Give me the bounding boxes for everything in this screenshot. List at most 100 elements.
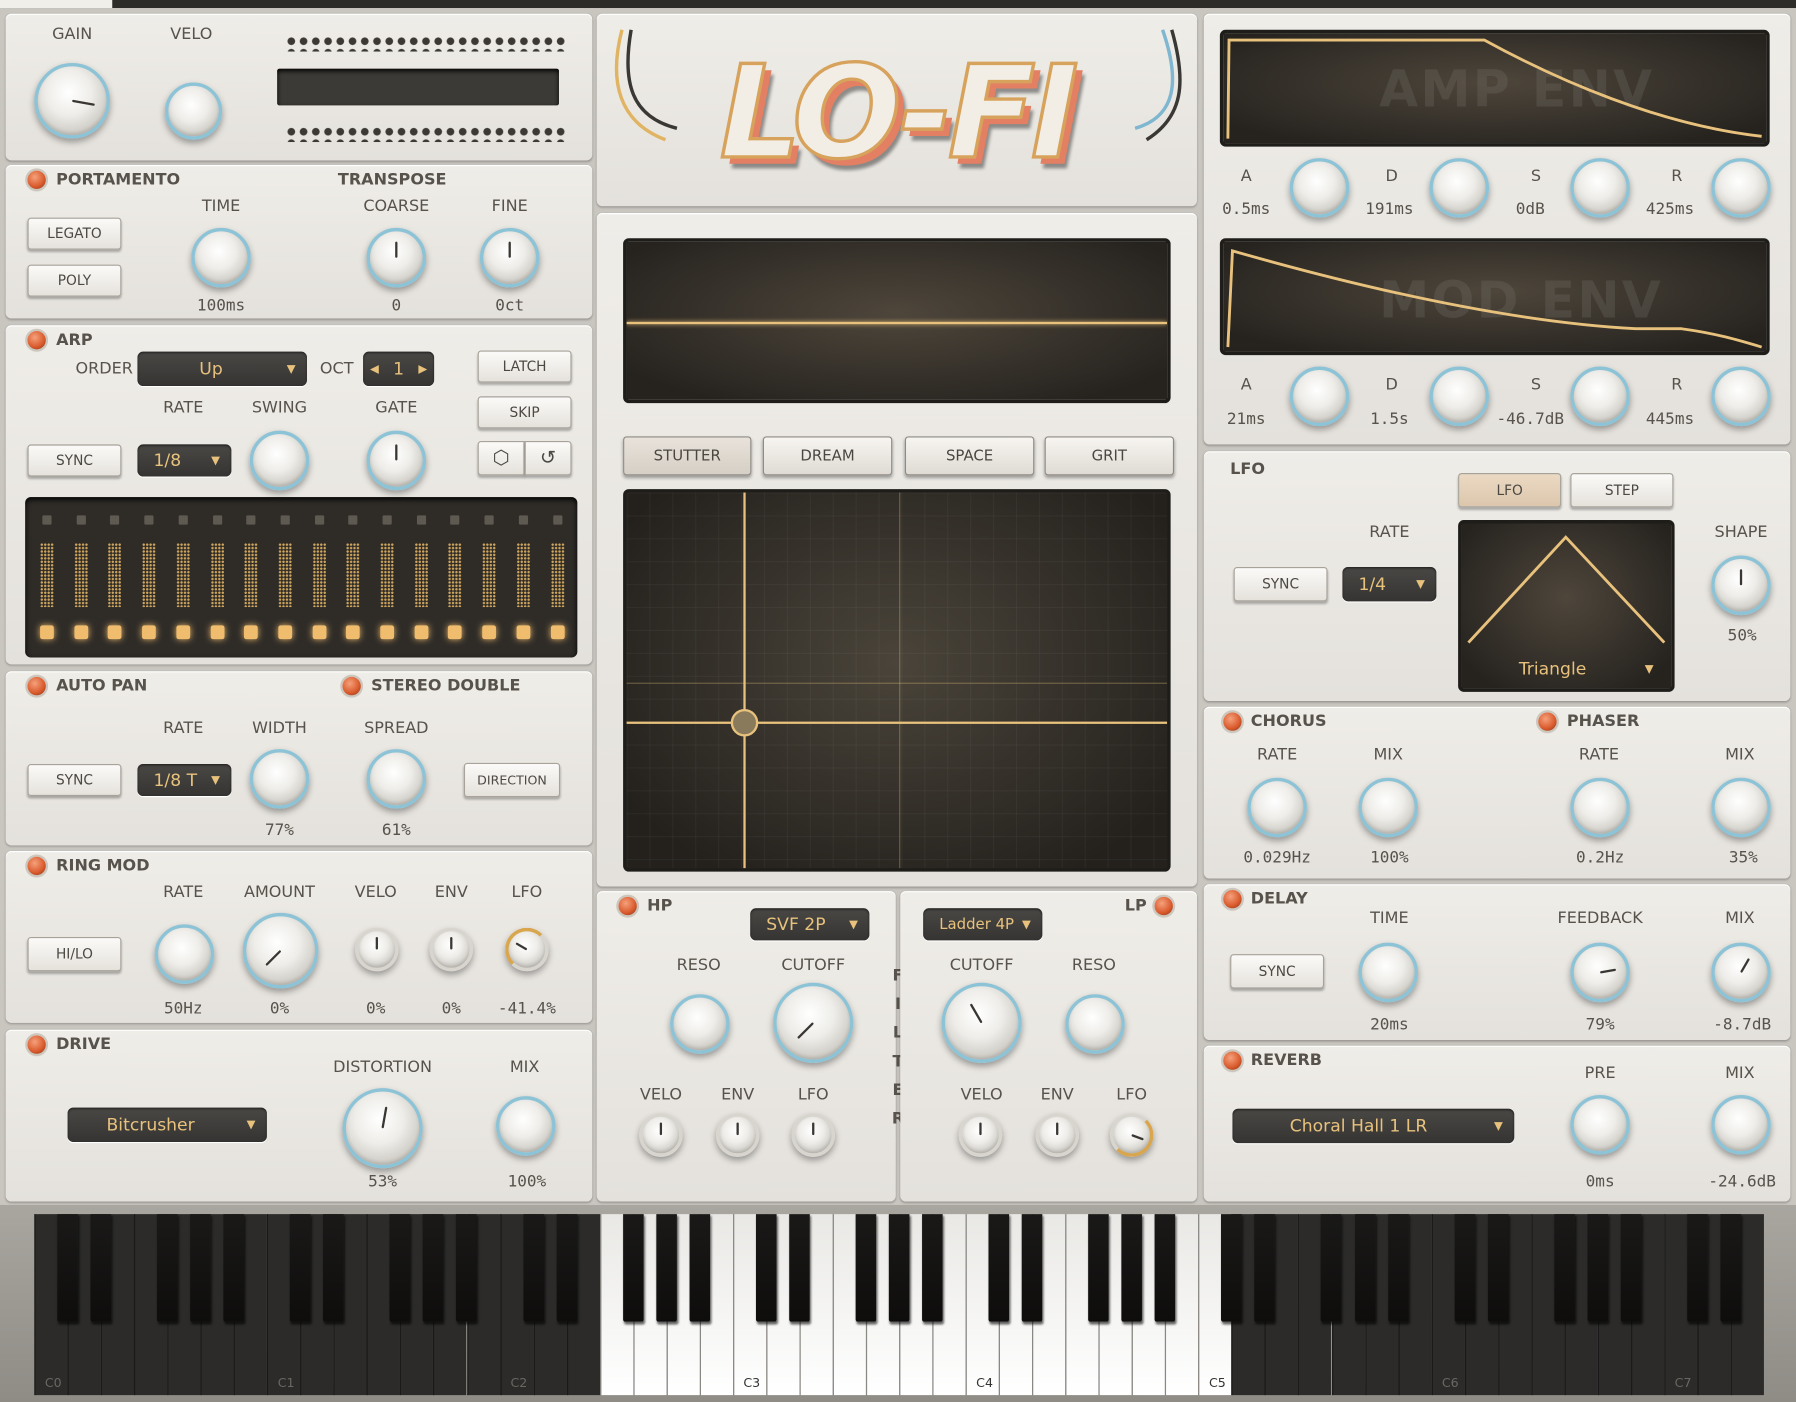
- direction-button[interactable]: DIRECTION: [463, 762, 561, 798]
- seq-step[interactable]: [39, 515, 56, 640]
- black-key[interactable]: [1021, 1214, 1043, 1322]
- chevron-right-icon[interactable]: ▶: [418, 363, 427, 376]
- mod-attack-knob[interactable]: [1289, 366, 1350, 427]
- tab-grit[interactable]: GRIT: [1044, 436, 1175, 476]
- mod-decay-knob[interactable]: [1429, 366, 1490, 427]
- hilo-button[interactable]: HI/LO: [27, 936, 122, 972]
- black-key[interactable]: [1720, 1214, 1741, 1322]
- autopan-sync-button[interactable]: SYNC: [27, 763, 122, 797]
- black-key[interactable]: [90, 1214, 112, 1322]
- ring-env-knob[interactable]: [429, 927, 474, 972]
- reverb-mix-knob[interactable]: [1711, 1095, 1771, 1155]
- chorus-mix-knob[interactable]: [1358, 777, 1419, 838]
- gain-knob[interactable]: [34, 62, 110, 139]
- drive-type-dropdown[interactable]: Bitcrusher ▼: [67, 1107, 267, 1142]
- black-key[interactable]: [655, 1214, 677, 1322]
- black-key[interactable]: [323, 1214, 345, 1322]
- hp-reso-knob[interactable]: [670, 994, 730, 1054]
- black-key[interactable]: [1221, 1214, 1243, 1322]
- reverb-led[interactable]: [1223, 1051, 1242, 1070]
- black-key[interactable]: [1354, 1214, 1376, 1322]
- amount-knob[interactable]: [242, 912, 319, 989]
- xy-handle[interactable]: [730, 709, 759, 737]
- piano-keyboard[interactable]: C0 C1 C2 C3 C4 C5 C6 C7: [34, 1214, 1764, 1396]
- lp-type-dropdown[interactable]: Ladder 4P ▼: [923, 908, 1043, 941]
- autopan-rate-dropdown[interactable]: 1/8 T ▼: [137, 763, 232, 797]
- delay-sync-button[interactable]: SYNC: [1230, 954, 1325, 989]
- legato-button[interactable]: LEGATO: [27, 217, 122, 250]
- tab-stutter[interactable]: STUTTER: [623, 436, 752, 476]
- seq-step[interactable]: [311, 515, 328, 640]
- black-key[interactable]: [1088, 1214, 1110, 1322]
- seq-step[interactable]: [447, 515, 464, 640]
- black-key[interactable]: [855, 1214, 877, 1322]
- spread-knob[interactable]: [366, 749, 427, 809]
- reverb-pre-knob[interactable]: [1570, 1095, 1630, 1155]
- tab-step[interactable]: STEP: [1570, 473, 1674, 508]
- black-key[interactable]: [423, 1214, 444, 1322]
- amp-attack-knob[interactable]: [1289, 158, 1350, 218]
- seq-step[interactable]: [515, 515, 532, 640]
- drive-mix-knob[interactable]: [495, 1096, 556, 1156]
- tab-space[interactable]: SPACE: [904, 436, 1035, 476]
- lfo-rate-dropdown[interactable]: 1/4 ▼: [1342, 566, 1437, 602]
- black-key[interactable]: [522, 1214, 544, 1322]
- oct-stepper[interactable]: ◀ 1 ▶: [363, 351, 435, 387]
- arp-rate-dropdown[interactable]: 1/8 ▼: [137, 444, 232, 477]
- ring-velo-knob[interactable]: [355, 927, 399, 972]
- portamento-time-knob[interactable]: [191, 227, 251, 288]
- black-key[interactable]: [1554, 1214, 1575, 1322]
- hp-lfo-knob[interactable]: [791, 1113, 836, 1157]
- seq-step[interactable]: [175, 515, 192, 640]
- seq-step[interactable]: [345, 515, 362, 640]
- black-key[interactable]: [456, 1214, 478, 1322]
- latch-button[interactable]: LATCH: [477, 350, 572, 383]
- randomize-button[interactable]: ⬡: [477, 440, 525, 476]
- arp-sync-button[interactable]: SYNC: [27, 444, 122, 477]
- chevron-down-icon[interactable]: ▼: [1645, 663, 1654, 676]
- hp-env-knob[interactable]: [715, 1113, 760, 1157]
- stereo-double-led[interactable]: [342, 676, 361, 696]
- seq-step[interactable]: [141, 515, 158, 640]
- black-key[interactable]: [622, 1214, 644, 1322]
- delay-time-knob[interactable]: [1358, 942, 1419, 1003]
- lp-reso-knob[interactable]: [1065, 994, 1125, 1054]
- ringmod-led[interactable]: [27, 856, 46, 876]
- black-key[interactable]: [556, 1214, 577, 1322]
- arp-led[interactable]: [27, 331, 46, 350]
- black-key[interactable]: [290, 1214, 311, 1322]
- autopan-led[interactable]: [27, 676, 46, 696]
- black-key[interactable]: [1321, 1214, 1342, 1322]
- hp-cutoff-knob[interactable]: [773, 982, 854, 1063]
- phaser-mix-knob[interactable]: [1711, 777, 1771, 838]
- reset-button[interactable]: ↺: [524, 440, 572, 476]
- black-key[interactable]: [1487, 1214, 1509, 1322]
- seq-step[interactable]: [277, 515, 294, 640]
- black-key[interactable]: [190, 1214, 211, 1322]
- delay-led[interactable]: [1223, 889, 1242, 909]
- feedback-knob[interactable]: [1570, 942, 1630, 1003]
- seq-step[interactable]: [549, 515, 566, 640]
- black-key[interactable]: [888, 1214, 910, 1322]
- seq-step[interactable]: [243, 515, 260, 640]
- swing-knob[interactable]: [249, 430, 310, 491]
- amp-decay-knob[interactable]: [1429, 158, 1490, 218]
- seq-step[interactable]: [209, 515, 226, 640]
- coarse-knob[interactable]: [366, 227, 427, 288]
- lp-env-knob[interactable]: [1035, 1113, 1079, 1157]
- seq-step[interactable]: [107, 515, 124, 640]
- black-key[interactable]: [1154, 1214, 1176, 1322]
- black-key[interactable]: [789, 1214, 810, 1322]
- amp-sustain-knob[interactable]: [1570, 158, 1630, 218]
- black-key[interactable]: [922, 1214, 943, 1322]
- chevron-left-icon[interactable]: ◀: [370, 363, 379, 376]
- master-velo-knob[interactable]: [164, 82, 223, 140]
- lp-lfo-knob[interactable]: [1109, 1113, 1154, 1157]
- black-key[interactable]: [1687, 1214, 1708, 1322]
- amp-release-knob[interactable]: [1711, 158, 1771, 218]
- skip-button[interactable]: SKIP: [477, 396, 572, 429]
- seq-step[interactable]: [73, 515, 90, 640]
- tab-dream[interactable]: DREAM: [762, 436, 893, 476]
- portamento-led[interactable]: [27, 170, 46, 189]
- hp-velo-knob[interactable]: [639, 1113, 683, 1157]
